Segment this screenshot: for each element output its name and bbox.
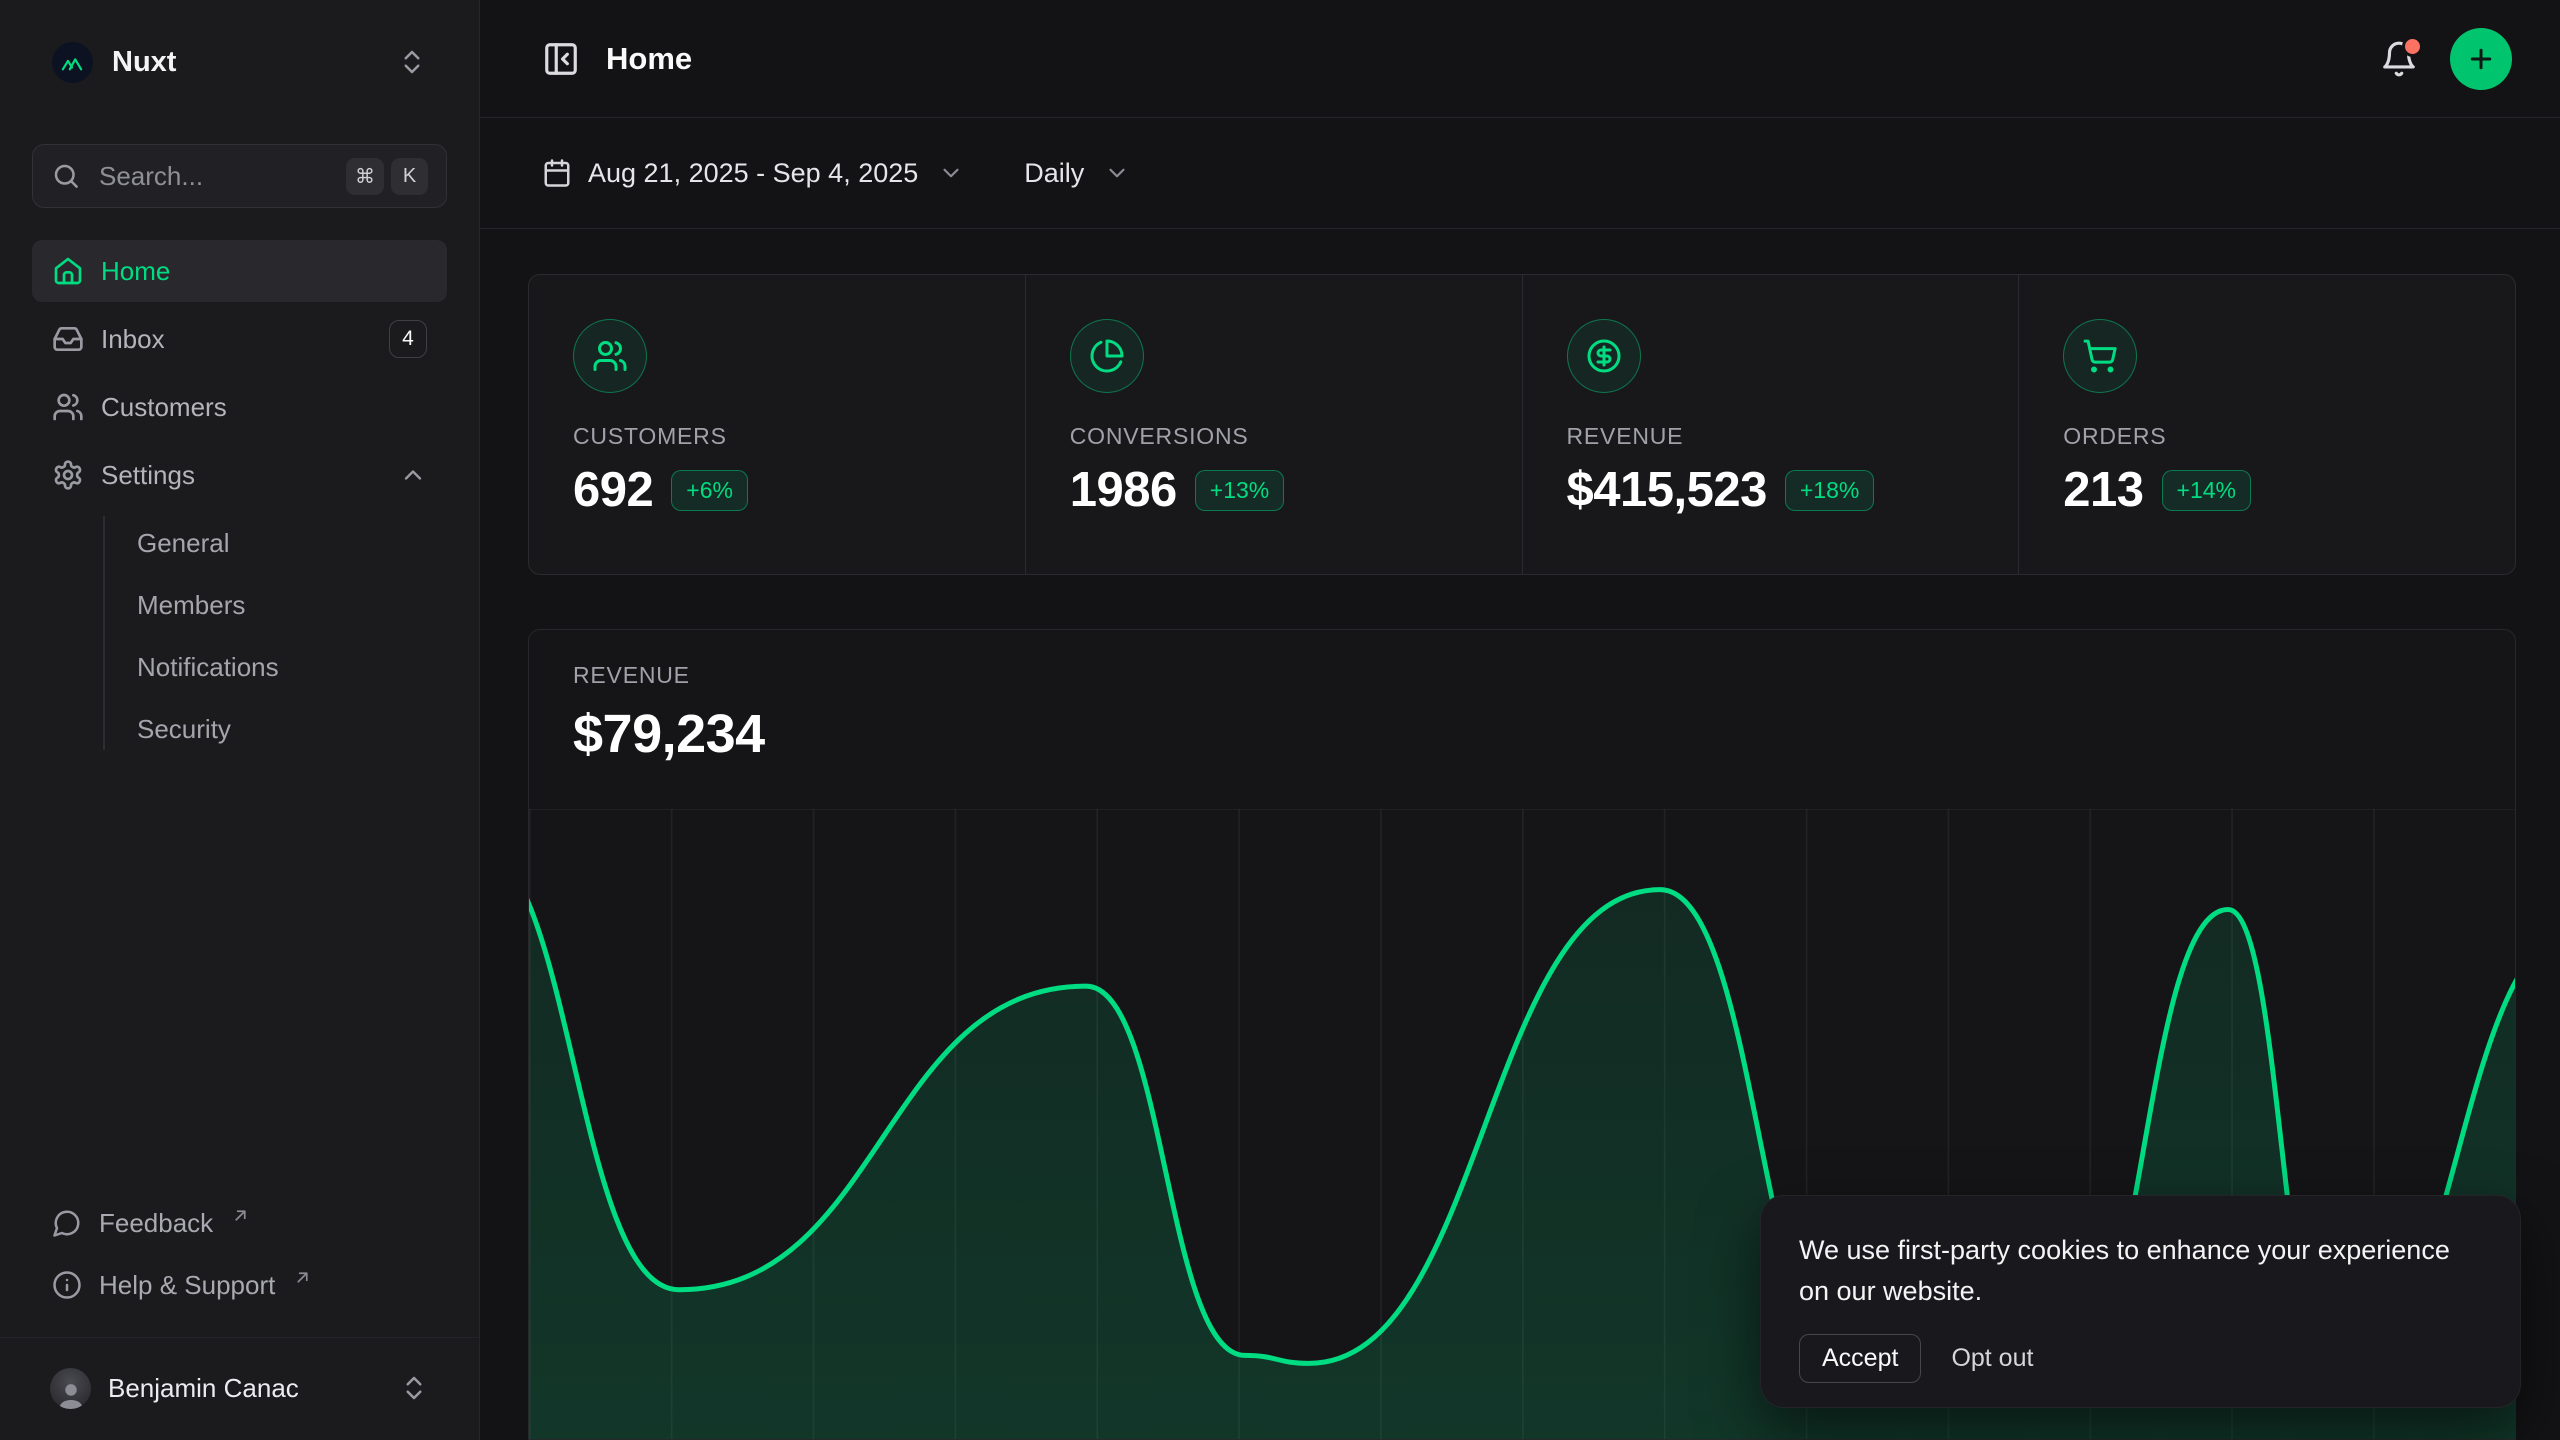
stat-delta-badge: +13% xyxy=(1195,470,1284,511)
sidebar-item-members[interactable]: Members xyxy=(105,574,447,636)
user-name: Benjamin Canac xyxy=(108,1373,299,1404)
stat-delta-badge: +18% xyxy=(1785,470,1874,511)
search-icon xyxy=(51,161,81,191)
header-actions xyxy=(2380,28,2512,90)
revenue-chart-total: $79,234 xyxy=(573,703,2471,765)
avatar xyxy=(50,1368,91,1409)
date-range-picker[interactable]: Aug 21, 2025 - Sep 4, 2025 xyxy=(542,158,964,189)
sidebar-item-customers[interactable]: Customers xyxy=(32,376,447,438)
external-link-icon xyxy=(294,1262,311,1293)
notification-dot xyxy=(2402,36,2423,57)
sidebar-item-label: Settings xyxy=(101,460,195,491)
filters-toolbar: Aug 21, 2025 - Sep 4, 2025 Daily xyxy=(480,118,2560,229)
message-bubble-icon xyxy=(52,1208,82,1238)
sidebar-item-settings[interactable]: Settings xyxy=(32,444,447,506)
sidebar-divider xyxy=(0,1337,479,1338)
workspace-name: Nuxt xyxy=(112,46,176,79)
stat-delta-badge: +14% xyxy=(2162,470,2251,511)
stat-value: 692 xyxy=(573,462,653,518)
revenue-chart-label: REVENUE xyxy=(573,662,2471,689)
chevron-down-icon xyxy=(1104,160,1130,186)
sidebar-item-inbox[interactable]: Inbox 4 xyxy=(32,308,447,370)
cookie-banner: We use first-party cookies to enhance yo… xyxy=(1760,1195,2521,1408)
workspace-switcher[interactable]: Nuxt xyxy=(32,26,447,98)
stat-delta-badge: +6% xyxy=(671,470,748,511)
settings-submenu: General Members Notifications Security xyxy=(32,512,447,760)
page-header: Home xyxy=(480,0,2560,118)
cookie-actions: Accept Opt out xyxy=(1799,1334,2482,1383)
sidebar-item-label: Home xyxy=(101,256,170,287)
sidebar-item-label: Inbox xyxy=(101,324,165,355)
sidebar-nav: Home Inbox 4 Customers Settings xyxy=(32,240,447,766)
sidebar-item-label: Help & Support xyxy=(99,1270,275,1301)
revenue-chart-header: REVENUE $79,234 xyxy=(529,630,2515,809)
pie-chart-icon xyxy=(1070,319,1144,393)
sidebar-item-notifications[interactable]: Notifications xyxy=(105,636,447,698)
sidebar-item-home[interactable]: Home xyxy=(32,240,447,302)
stat-card-conversions: CONVERSIONS 1986 +13% xyxy=(1025,275,1522,574)
cookie-message: We use first-party cookies to enhance yo… xyxy=(1799,1230,2482,1312)
sidebar-item-security[interactable]: Security xyxy=(105,698,447,760)
stat-card-revenue: REVENUE $415,523 +18% xyxy=(1522,275,2019,574)
stat-label: CUSTOMERS xyxy=(573,423,981,450)
opt-out-button[interactable]: Opt out xyxy=(1935,1335,2049,1382)
info-circle-icon xyxy=(52,1270,82,1300)
home-icon xyxy=(52,255,84,287)
user-menu[interactable]: Benjamin Canac xyxy=(32,1352,447,1424)
search-kbd-shortcuts: ⌘ K xyxy=(346,158,428,195)
search-placeholder: Search... xyxy=(99,161,203,192)
chevrons-up-down-icon xyxy=(399,1373,429,1403)
stat-card-orders: ORDERS 213 +14% xyxy=(2018,275,2515,574)
stat-label: REVENUE xyxy=(1567,423,1975,450)
external-link-icon xyxy=(232,1200,249,1231)
sidebar-spacer xyxy=(32,766,447,1195)
gear-icon xyxy=(52,459,84,491)
date-range-label: Aug 21, 2025 - Sep 4, 2025 xyxy=(588,158,918,189)
sidebar-item-help-support[interactable]: Help & Support xyxy=(32,1257,447,1313)
sidebar-item-label: Customers xyxy=(101,392,227,423)
granularity-select[interactable]: Daily xyxy=(1024,158,1130,189)
kbd-k: K xyxy=(391,158,428,195)
nuxt-logo-icon xyxy=(52,42,93,83)
stat-value: 213 xyxy=(2063,462,2143,518)
dollar-circle-icon xyxy=(1567,319,1641,393)
chevron-down-icon xyxy=(938,160,964,186)
add-button[interactable] xyxy=(2450,28,2512,90)
users-icon xyxy=(52,391,84,423)
search-input[interactable]: Search... ⌘ K xyxy=(32,144,447,208)
shopping-cart-icon xyxy=(2063,319,2137,393)
chevron-up-icon xyxy=(399,461,427,489)
kbd-cmd: ⌘ xyxy=(346,158,384,195)
sidebar-item-feedback[interactable]: Feedback xyxy=(32,1195,447,1251)
stat-label: ORDERS xyxy=(2063,423,2471,450)
calendar-icon xyxy=(542,158,572,188)
chevrons-up-down-icon xyxy=(397,47,427,77)
stat-label: CONVERSIONS xyxy=(1070,423,1478,450)
sidebar-item-label: Feedback xyxy=(99,1208,213,1239)
stat-value: $415,523 xyxy=(1567,462,1767,518)
sidebar-collapse-button[interactable] xyxy=(542,40,580,78)
app-root: Nuxt Search... ⌘ K Home xyxy=(0,0,2560,1440)
sidebar-item-general[interactable]: General xyxy=(105,512,447,574)
stat-value: 1986 xyxy=(1070,462,1177,518)
stat-card-customers: CUSTOMERS 692 +6% xyxy=(529,275,1025,574)
granularity-label: Daily xyxy=(1024,158,1084,189)
inbox-icon xyxy=(52,323,84,355)
inbox-count-badge: 4 xyxy=(389,320,427,358)
accept-button[interactable]: Accept xyxy=(1799,1334,1921,1383)
sidebar: Nuxt Search... ⌘ K Home xyxy=(0,0,480,1440)
page-title: Home xyxy=(606,41,692,77)
stats-cards: CUSTOMERS 692 +6% CONVERSIONS 1986 +13% xyxy=(528,274,2516,575)
customers-stat-icon xyxy=(573,319,647,393)
